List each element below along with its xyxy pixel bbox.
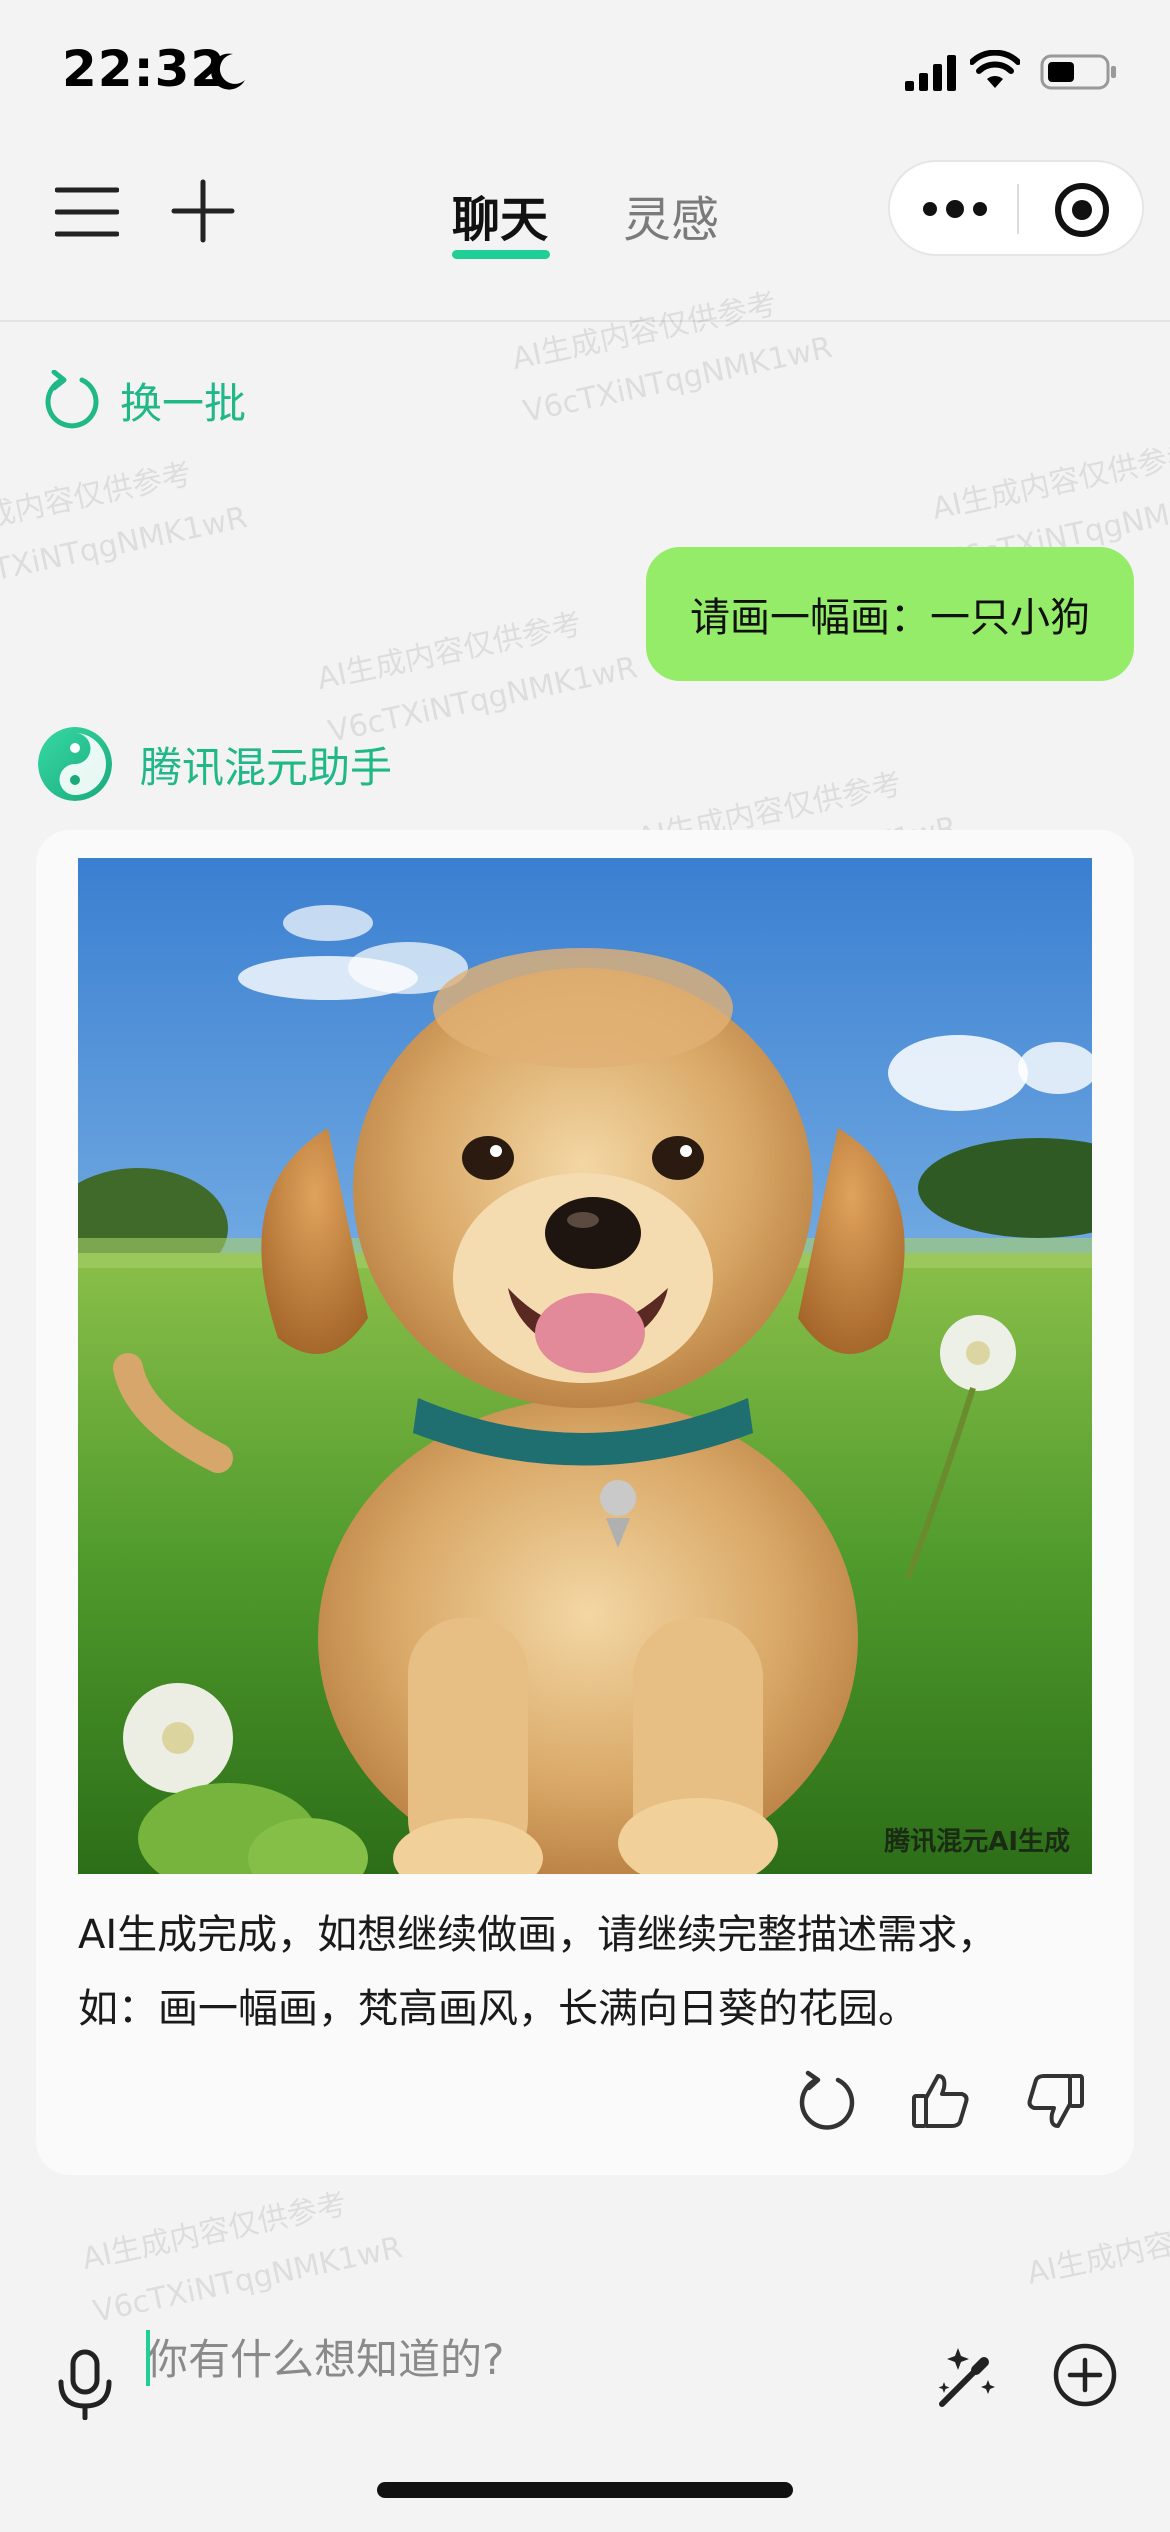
puppy-illustration xyxy=(78,858,1092,1874)
record-icon[interactable] xyxy=(1054,182,1110,238)
mic-icon[interactable] xyxy=(55,2348,115,2420)
chat-input[interactable] xyxy=(146,2324,886,2394)
assistant-avatar xyxy=(38,727,112,801)
add-icon[interactable] xyxy=(170,178,236,244)
watermark: AI生成内容仅供参考 xyxy=(1024,2201,1170,2292)
menu-icon[interactable] xyxy=(55,180,119,244)
plus-circle-icon[interactable] xyxy=(1052,2342,1118,2408)
thumbs-down-icon[interactable] xyxy=(1024,2070,1086,2132)
capsule-divider xyxy=(1017,184,1019,234)
watermark: AI生成内容仅供参考V6cTXiNTqgNMK1wR xyxy=(0,456,251,600)
status-bar: 22:32 xyxy=(0,0,1170,150)
generated-puppy-image[interactable]: 腾讯混元AI生成 xyxy=(78,858,1092,1874)
status-time: 22:32 xyxy=(62,40,227,98)
top-navigation: 聊天 灵感 xyxy=(0,150,1170,322)
active-tab-indicator xyxy=(452,250,550,259)
reply-line: AI生成完成，如想继续做画，请继续完整描述需求， xyxy=(78,1912,998,1958)
battery-icon xyxy=(1040,54,1116,90)
reply-line: 如：画一幅画，梵高画风，长满向日葵的花园。 xyxy=(78,1986,918,2032)
reply-actions xyxy=(796,2070,1086,2132)
thumbs-up-icon[interactable] xyxy=(910,2070,972,2132)
miniprogram-capsule xyxy=(888,160,1144,256)
tab-inspiration[interactable]: 灵感 xyxy=(623,180,719,250)
tab-chat[interactable]: 聊天 xyxy=(452,180,548,250)
more-icon[interactable] xyxy=(920,186,990,232)
assistant-reply-card: 腾讯混元AI生成 AI生成完成，如想继续做画，请继续完整描述需求， 如：画一幅画… xyxy=(36,830,1134,2175)
wifi-icon xyxy=(970,50,1020,88)
refresh-label: 换一批 xyxy=(120,378,247,428)
input-bar xyxy=(0,2290,1170,2450)
assistant-name: 腾讯混元助手 xyxy=(140,742,393,792)
assistant-header: 腾讯混元助手 xyxy=(38,727,393,801)
refresh-icon xyxy=(45,370,99,429)
moon-icon xyxy=(211,53,245,90)
signal-icon xyxy=(905,55,956,91)
refresh-batch-button[interactable]: 换一批 xyxy=(42,368,246,432)
user-message-bubble[interactable]: 请画一幅画：一只小狗 xyxy=(646,547,1134,681)
regenerate-icon[interactable] xyxy=(796,2070,858,2132)
text-cursor xyxy=(146,2330,150,2386)
magic-wand-icon[interactable] xyxy=(932,2342,1002,2412)
image-ai-watermark: 腾讯混元AI生成 xyxy=(884,1827,1070,1857)
assistant-reply-text: AI生成完成，如想继续做画，请继续完整描述需求， 如：画一幅画，梵高画风，长满向… xyxy=(78,1898,1098,2046)
home-indicator xyxy=(377,2482,793,2498)
